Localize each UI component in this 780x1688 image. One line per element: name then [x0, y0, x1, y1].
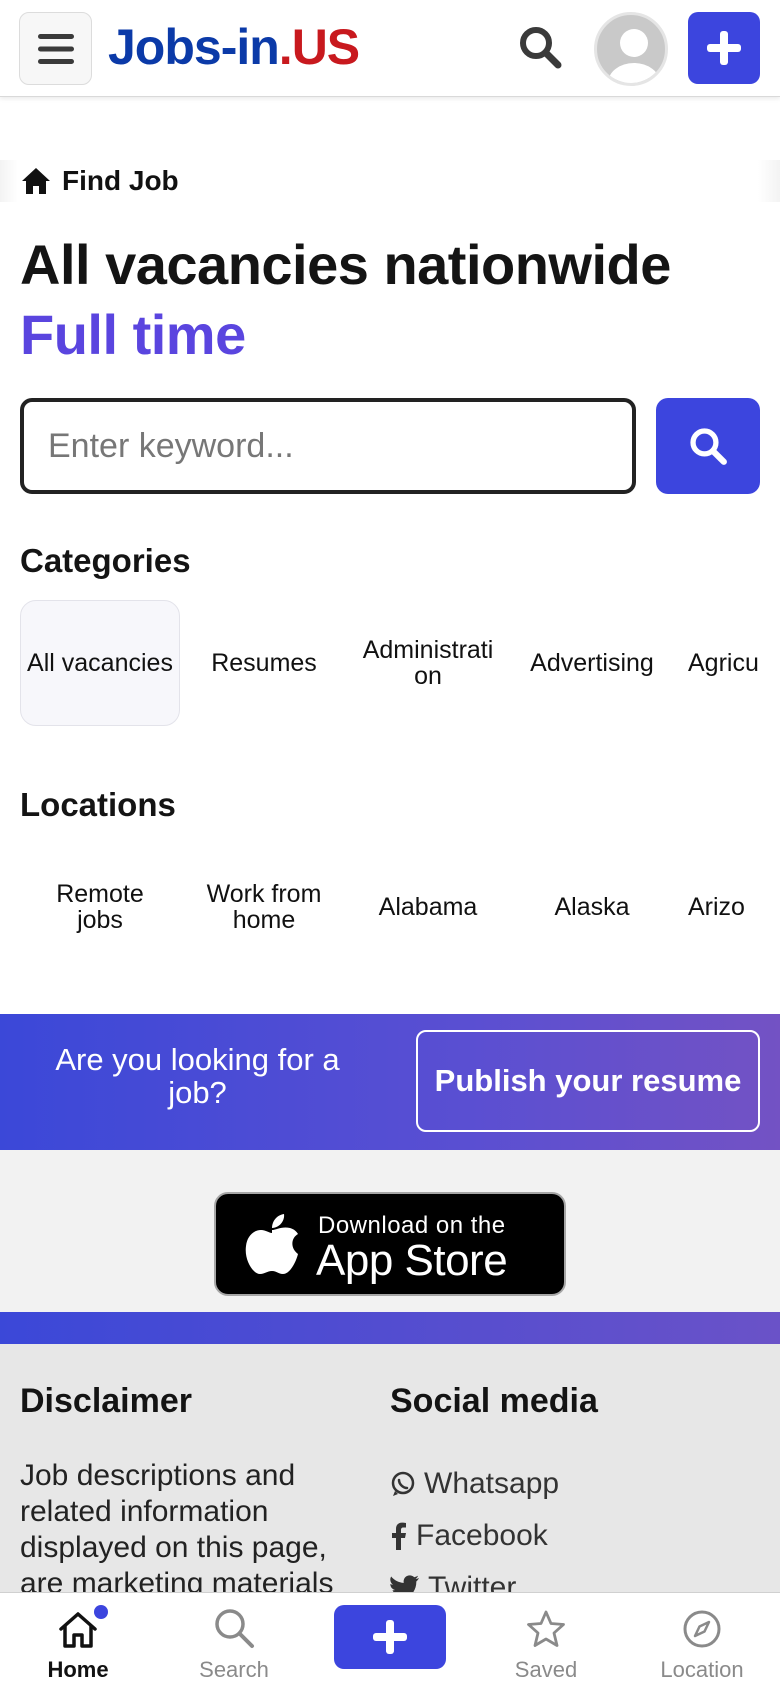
nav-saved[interactable]: Saved [468, 1593, 624, 1688]
banner-text: Are you looking for a job? [55, 1042, 340, 1110]
logo-text-main: Jobs-in [108, 19, 280, 75]
star-icon [527, 1610, 565, 1647]
social-links: Whatsapp Facebook Twitter [390, 1458, 559, 1592]
app-store-line2: App Store [316, 1236, 508, 1285]
location-chip[interactable]: Work from home [184, 844, 344, 970]
app-store-badge[interactable]: Download on the App Store [214, 1192, 566, 1296]
menu-button[interactable] [19, 12, 92, 85]
search-icon [215, 1609, 254, 1648]
location-chip[interactable]: Alabama [348, 844, 508, 970]
apple-icon [245, 1214, 298, 1274]
bottom-navigation: Home Search Saved Location [0, 1592, 780, 1688]
location-chip[interactable]: Arizo [676, 844, 780, 970]
social-label: Twitter [428, 1571, 517, 1592]
category-chip[interactable]: Agricu [676, 600, 780, 726]
categories-heading: Categories [20, 542, 191, 579]
disclaimer-text: Job descriptions and related information… [20, 1459, 334, 1592]
user-avatar[interactable] [594, 12, 668, 86]
category-chip[interactable]: Advertising [512, 600, 672, 726]
nav-label: Location [660, 1657, 744, 1682]
search-icon [690, 428, 727, 465]
nav-label: Home [47, 1657, 109, 1682]
category-chip[interactable]: Administration [348, 600, 508, 726]
location-chip[interactable]: Alaska [512, 844, 672, 970]
nav-search[interactable]: Search [156, 1593, 312, 1688]
social-link-whatsapp[interactable]: Whatsapp [390, 1458, 559, 1510]
notification-dot [94, 1605, 108, 1619]
page-subtitle: Full time [20, 303, 246, 366]
hamburger-icon [37, 33, 74, 64]
breadcrumb: Find Job [0, 160, 780, 202]
keyword-search-input[interactable] [20, 398, 636, 494]
top-header: Jobs-in.US [0, 0, 780, 97]
social-link-twitter[interactable]: Twitter [390, 1562, 559, 1592]
category-chip[interactable]: Resumes [184, 600, 344, 726]
social-label: Facebook [416, 1519, 548, 1552]
social-heading: Social media [390, 1382, 598, 1420]
cta-banner: Are you looking for a job? Publish your … [0, 1014, 780, 1150]
divider-strip [0, 1312, 780, 1344]
search-submit-button[interactable] [656, 398, 760, 494]
nav-home[interactable]: Home [0, 1593, 156, 1688]
category-chip[interactable]: All vacancies [20, 600, 180, 726]
whatsapp-icon [391, 1471, 415, 1496]
social-label: Whatsapp [424, 1467, 560, 1500]
nav-location[interactable]: Location [624, 1593, 780, 1688]
page-title: All vacancies nationwide [20, 233, 671, 296]
search-icon[interactable] [515, 22, 565, 72]
compass-icon [683, 1610, 721, 1648]
add-post-button[interactable] [688, 12, 760, 84]
publish-resume-button[interactable]: Publish your resume [416, 1030, 760, 1132]
categories-list: All vacancies Resumes Administration Adv… [20, 600, 780, 726]
site-logo[interactable]: Jobs-in.US [108, 18, 360, 76]
nav-add-button[interactable] [334, 1605, 446, 1669]
twitter-icon [390, 1575, 419, 1592]
footer: Disclaimer Job descriptions and related … [0, 1344, 780, 1592]
logo-text-tld: .US [278, 19, 360, 75]
plus-icon [707, 31, 741, 65]
user-icon [608, 29, 660, 83]
locations-list: Remote jobs Work from home Alabama Alask… [20, 844, 780, 970]
breadcrumb-label[interactable]: Find Job [62, 165, 179, 197]
location-chip[interactable]: Remote jobs [20, 844, 180, 970]
disclaimer-heading: Disclaimer [20, 1382, 192, 1420]
nav-label: Saved [514, 1657, 578, 1682]
social-link-facebook[interactable]: Facebook [390, 1510, 559, 1562]
home-icon [59, 1612, 97, 1648]
facebook-icon [392, 1522, 406, 1550]
app-download-section: Download on the App Store [0, 1150, 780, 1312]
home-icon[interactable] [20, 166, 52, 196]
nav-label: Search [199, 1657, 269, 1682]
plus-icon [373, 1620, 407, 1654]
locations-heading: Locations [20, 786, 176, 823]
